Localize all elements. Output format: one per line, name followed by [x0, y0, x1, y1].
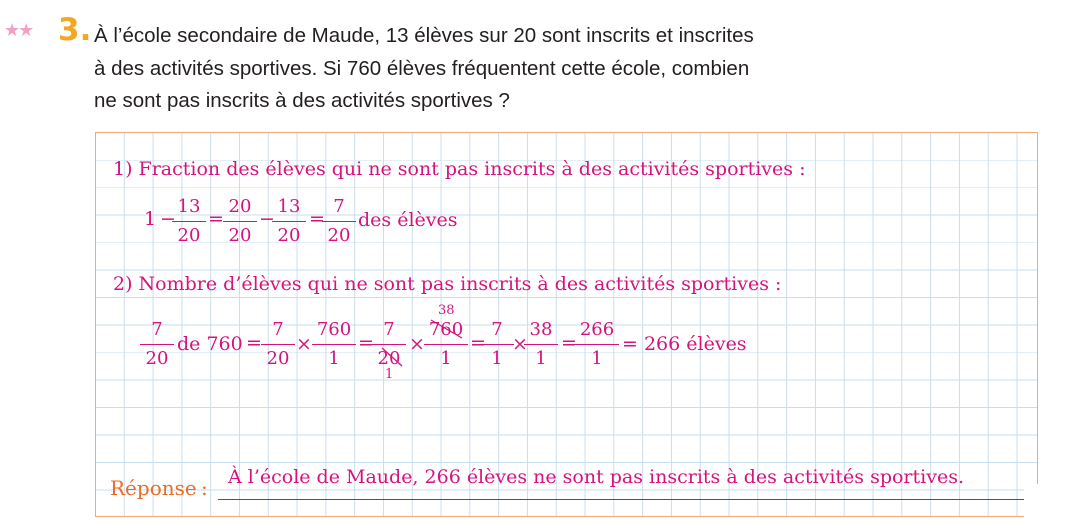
step1-one: 1 — [144, 208, 157, 230]
step2-equals-1: = — [246, 332, 262, 354]
step2-heading: 2) Nombre d’élèves qui ne sont pas inscr… — [113, 273, 782, 295]
step2-fraction-2: 7 20 — [261, 318, 295, 371]
step1-fraction-4: 7 20 — [322, 195, 356, 248]
denominator: 20 — [266, 348, 290, 369]
denominator: 1 — [535, 348, 547, 369]
difficulty-stars-icon: ★★ — [4, 20, 34, 41]
step1-fraction-3: 13 20 — [272, 195, 306, 248]
answer-label: Réponse — [110, 476, 197, 500]
question-line: À l’école secondaire de Maude, 13 élèves… — [94, 24, 754, 47]
denominator: 20 — [177, 225, 201, 246]
denominator: 1 — [440, 348, 452, 369]
numerator: 38 — [529, 319, 553, 340]
denominator: 20 — [228, 225, 252, 246]
cancel-result-1: 1 — [385, 367, 394, 382]
step2-fraction-6: 71 — [480, 318, 514, 371]
numerator: 7 — [333, 196, 345, 217]
numerator: 266 — [579, 319, 615, 340]
numerator: 7 — [491, 319, 503, 340]
grid-corner-notch — [1024, 484, 1040, 520]
denominator: 1 — [491, 348, 503, 369]
question-line: à des activités sportives. Si 760 élèves… — [94, 56, 750, 80]
question-text: À l’école secondaire de Maude, 13 élèves… — [94, 20, 874, 118]
denominator: 20 — [277, 225, 301, 246]
step1-equals: = — [208, 208, 224, 230]
step2-fraction-8: 266 1 — [575, 318, 619, 371]
answer-grid — [95, 132, 1038, 517]
step2-fraction-1: 7 20 — [140, 318, 174, 371]
numerator: 760 — [316, 319, 352, 340]
step1-fraction-2: 20 20 — [223, 195, 257, 248]
step2-fraction-7: 38 1 — [524, 318, 558, 371]
question-line: ne sont pas inscrits à des activités spo… — [94, 89, 510, 112]
step1-heading: 1) Fraction des élèves qui ne sont pas i… — [113, 158, 806, 180]
answer-colon: : — [201, 476, 208, 500]
numerator: 13 — [177, 196, 201, 217]
step2-fraction-3: 760 1 — [312, 318, 356, 371]
numerator: 13 — [277, 196, 301, 217]
numerator: 7 — [383, 319, 395, 340]
step2-result: = 266 élèves — [622, 333, 747, 355]
exercise-number: 3. — [58, 12, 92, 48]
denominator: 20 — [145, 348, 169, 369]
step1-fraction-1: 13 20 — [172, 195, 206, 248]
answer-line — [218, 499, 1024, 500]
denominator: 1 — [591, 348, 603, 369]
step2-times-1: × — [296, 333, 312, 355]
numerator: 20 — [228, 196, 252, 217]
denominator: 1 — [328, 348, 340, 369]
answer-text: À l’école de Maude, 266 élèves ne sont p… — [228, 466, 964, 488]
denominator: 20 — [327, 225, 351, 246]
step1-suffix: des élèves — [358, 209, 458, 231]
numerator: 7 — [151, 319, 163, 340]
cancel-slash-20 — [381, 347, 403, 367]
step2-de-760: de 760 — [177, 333, 243, 355]
cancel-slash-760 — [430, 319, 463, 339]
step2-times-2: × — [409, 333, 425, 355]
numerator: 7 — [272, 319, 284, 340]
